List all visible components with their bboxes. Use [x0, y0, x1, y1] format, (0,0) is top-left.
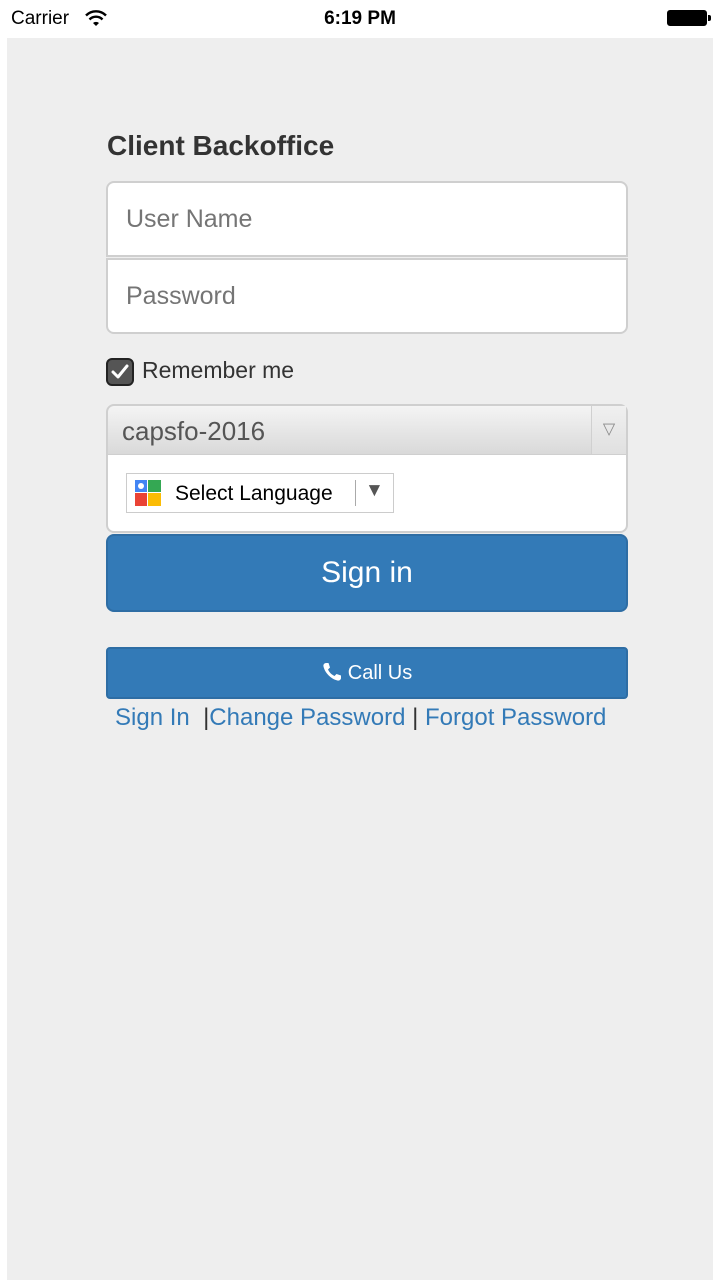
call-us-button[interactable]: Call Us [106, 647, 628, 699]
checkmark-icon [111, 364, 129, 379]
right-edge [713, 0, 720, 1280]
sign-in-button[interactable]: Sign in [106, 534, 628, 612]
sign-in-link[interactable]: Sign In [115, 704, 190, 731]
link-separator: | [412, 704, 419, 731]
call-us-label: Call Us [347, 662, 413, 684]
language-container: Select Language ▼ [106, 455, 628, 533]
left-edge [0, 0, 7, 1280]
password-input[interactable] [106, 258, 628, 334]
caret-down-icon[interactable]: ▼ [365, 480, 384, 502]
battery-tip [708, 15, 711, 21]
status-bar: Carrier 6:19 PM [0, 0, 720, 38]
phone-icon [323, 663, 341, 681]
forgot-password-link[interactable]: Forgot Password [425, 704, 606, 731]
username-input[interactable] [106, 181, 628, 257]
remember-label: Remember me [142, 357, 295, 383]
page-title: Client Backoffice [107, 130, 335, 161]
language-select-label: Select Language [175, 482, 333, 505]
chevron-down-icon[interactable]: ▽ [591, 406, 626, 454]
clock: 6:19 PM [324, 8, 396, 29]
database-select-value: capsfo-2016 [122, 416, 266, 446]
google-translate-icon [135, 480, 161, 506]
language-divider [355, 480, 356, 506]
battery-icon [667, 10, 707, 26]
language-select[interactable]: Select Language ▼ [126, 473, 394, 513]
footer-links: Sign In |Change Password | Forgot Passwo… [115, 704, 606, 732]
database-select[interactable]: capsfo-2016 ▽ [106, 404, 628, 456]
remember-checkbox[interactable] [106, 358, 134, 386]
change-password-link[interactable]: Change Password [209, 704, 405, 731]
